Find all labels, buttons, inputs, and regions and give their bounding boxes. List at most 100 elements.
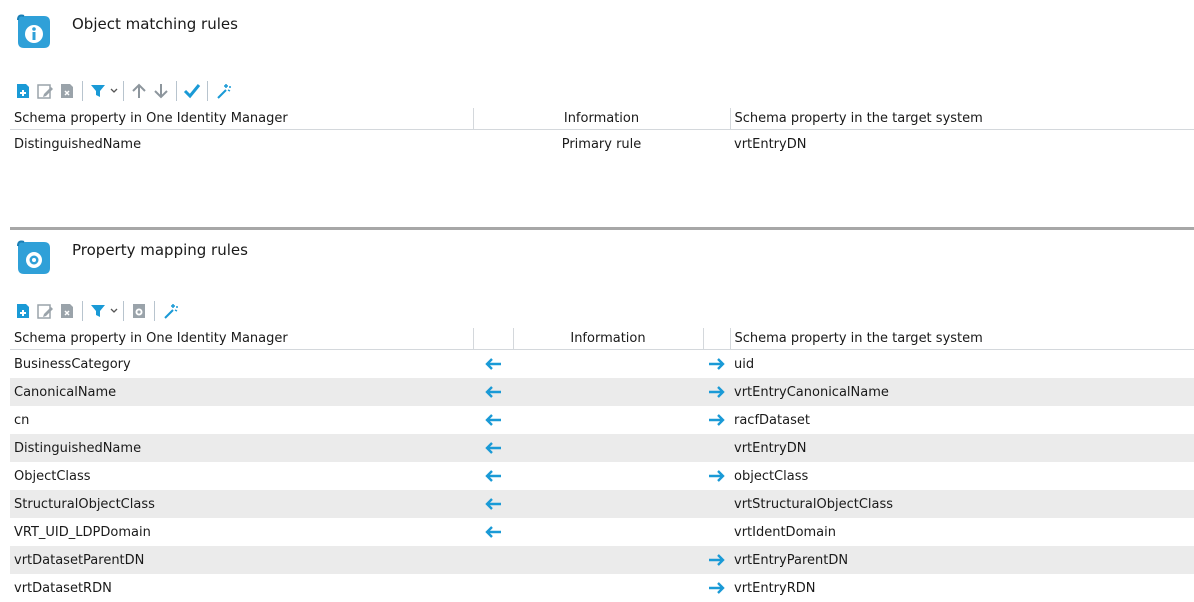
delete-icon [58,82,76,100]
table-row[interactable]: DistinguishedName Primary rule vrtEntryD… [10,130,1194,159]
table-row[interactable]: CanonicalName vrtEntryCanonicalName [10,378,1194,406]
column-header-left-direction[interactable] [473,328,513,350]
target-property-cell: racfDataset [730,406,1194,434]
left-direction-cell [473,406,513,434]
left-direction-cell [473,574,513,602]
commit-icon [183,82,201,100]
target-property-cell: vrtEntryRDN [730,574,1194,602]
information-cell: Primary rule [473,130,730,159]
left-arrow-icon [484,469,502,483]
target-property-cell: vrtStructuralObjectClass [730,490,1194,518]
information-cell [513,546,703,574]
move-up-button[interactable] [128,80,150,102]
new-icon [14,302,32,320]
filter-button[interactable] [87,300,109,322]
right-arrow-icon [708,581,726,595]
column-header-schema-property-oim[interactable]: Schema property in One Identity Manager [10,328,473,350]
commit-button[interactable] [181,80,203,102]
column-header-information[interactable]: Information [513,328,703,350]
information-cell [513,350,703,379]
target-property-cell: vrtEntryCanonicalName [730,378,1194,406]
info-scroll-icon [14,12,54,52]
right-direction-cell [703,490,730,518]
new-button[interactable] [12,300,34,322]
right-direction-cell [703,434,730,462]
left-direction-cell [473,546,513,574]
section-title: Object matching rules [72,15,238,33]
right-direction-cell [703,546,730,574]
information-cell [513,462,703,490]
chevron-down-icon [110,308,118,314]
right-direction-cell [703,406,730,434]
left-arrow-icon [484,385,502,399]
mapping-button[interactable] [128,300,150,322]
target-property-cell: vrtEntryParentDN [730,546,1194,574]
new-button[interactable] [12,80,34,102]
right-arrow-icon [708,413,726,427]
table-header-row: Schema property in One Identity Manager … [10,108,1194,130]
information-cell [513,434,703,462]
property-mapping-header: Property mapping rules [14,238,248,278]
toolbar-separator [176,81,177,101]
table-row[interactable]: vrtDatasetParentDNvrtEntryParentDN [10,546,1194,574]
right-direction-cell [703,518,730,546]
toolbar-separator [82,301,83,321]
wizard-button[interactable] [212,80,234,102]
right-direction-cell [703,462,730,490]
section-divider [10,227,1194,230]
oim-property-cell: DistinguishedName [10,130,473,159]
gear-scroll-icon [14,238,54,278]
target-property-cell: vrtEntryDN [730,434,1194,462]
edit-button[interactable] [34,80,56,102]
wizard-icon [214,82,232,100]
right-arrow-icon [708,385,726,399]
filter-icon [89,82,107,100]
wizard-icon [161,302,179,320]
oim-property-cell: ObjectClass [10,462,473,490]
move-down-icon [152,82,170,100]
left-direction-cell [473,518,513,546]
column-header-schema-property-oim[interactable]: Schema property in One Identity Manager [10,108,473,130]
filter-icon [89,302,107,320]
toolbar-separator [207,81,208,101]
right-arrow-icon [708,553,726,567]
table-row[interactable]: DistinguishedNamevrtEntryDN [10,434,1194,462]
column-header-information[interactable]: Information [473,108,730,130]
oim-property-cell: vrtDatasetRDN [10,574,473,602]
filter-dropdown-arrow[interactable] [109,300,119,322]
move-down-button[interactable] [150,80,172,102]
table-row[interactable]: BusinessCategoryuid [10,350,1194,379]
target-property-cell: objectClass [730,462,1194,490]
left-arrow-icon [484,525,502,539]
right-arrow-icon [708,469,726,483]
object-matching-header: Object matching rules [14,12,238,52]
mapping-icon [130,302,148,320]
toolbar-separator [154,301,155,321]
column-header-schema-property-target[interactable]: Schema property in the target system [730,108,1194,130]
left-arrow-icon [484,357,502,371]
filter-dropdown-arrow[interactable] [109,80,119,102]
table-row[interactable]: vrtDatasetRDN vrtEntryRDN [10,574,1194,602]
table-row[interactable]: StructuralObjectClassvrtStructuralObject… [10,490,1194,518]
column-header-right-direction[interactable] [703,328,730,350]
oim-property-cell: CanonicalName [10,378,473,406]
right-direction-cell [703,574,730,602]
information-cell [513,378,703,406]
delete-icon [58,302,76,320]
left-arrow-icon [484,441,502,455]
wizard-button[interactable] [159,300,181,322]
delete-button[interactable] [56,80,78,102]
oim-property-cell: VRT_UID_LDPDomain [10,518,473,546]
property-mapping-table: Schema property in One Identity Manager … [10,328,1194,602]
table-row[interactable]: ObjectClass objectClass [10,462,1194,490]
left-direction-cell [473,350,513,379]
table-row[interactable]: VRT_UID_LDPDomainvrtIdentDomain [10,518,1194,546]
oim-property-cell: BusinessCategory [10,350,473,379]
left-direction-cell [473,378,513,406]
delete-button[interactable] [56,300,78,322]
right-arrow-icon [708,357,726,371]
column-header-schema-property-target[interactable]: Schema property in the target system [730,328,1194,350]
edit-button[interactable] [34,300,56,322]
filter-button[interactable] [87,80,109,102]
table-row[interactable]: cnracfDataset [10,406,1194,434]
